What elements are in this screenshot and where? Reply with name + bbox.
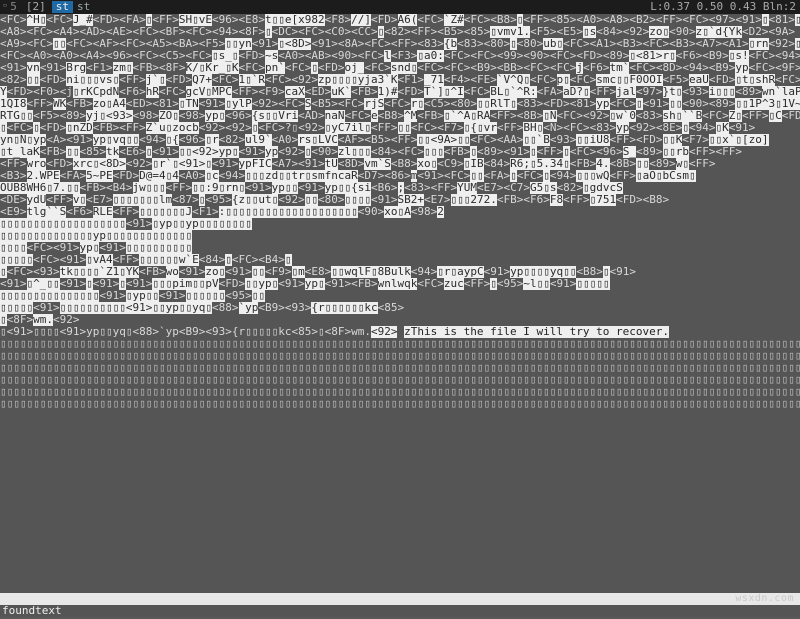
top-bar: ▪1▫2▫3▪4▫5▫6▪7▫8▫9 [2] st st L:0.37 0.50… [0, 0, 800, 14]
layout-symbol[interactable]: [2] [20, 1, 52, 13]
window-title-1[interactable]: st [52, 1, 73, 13]
window-title-2[interactable]: st [73, 1, 94, 13]
status-text: L:0.37 0.50 0.43 Bln:2 [646, 1, 800, 13]
file-name: foundtext [0, 605, 800, 617]
terminal-content[interactable]: <FC>^H▯<FC>J_#<FD><FA>▯<FF>SH▯vE<96><E8>… [0, 14, 800, 593]
editor-status-line: 1,1<FD>a<F3>yp▯sk;▯<FF>vm^On^N<E5>VD5▯<F… [0, 593, 800, 605]
watermark: wsxdn.com [735, 593, 794, 605]
